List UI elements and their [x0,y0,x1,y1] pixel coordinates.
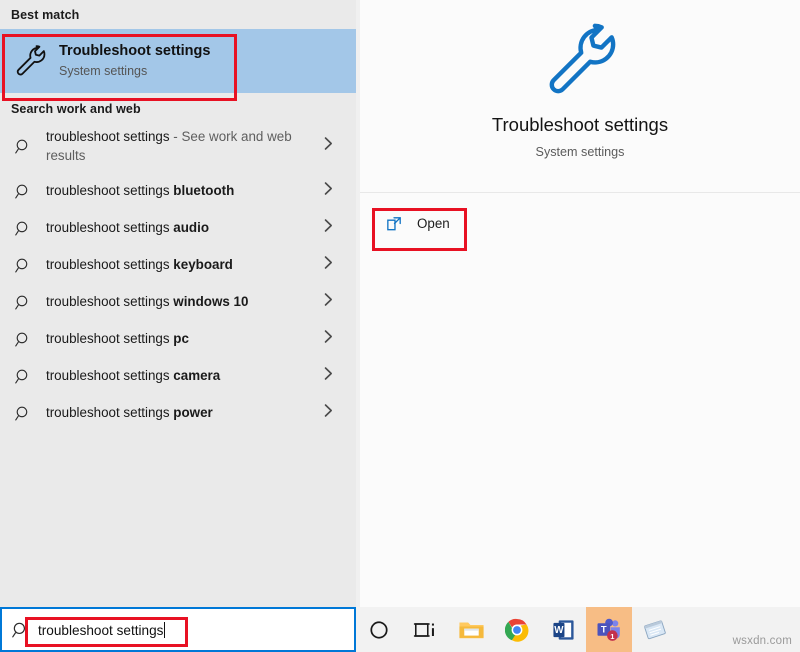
watermark: wsxdn.com [732,635,792,647]
file-explorer-icon[interactable] [448,607,494,652]
list-item-label: troubleshoot settings audio [46,218,209,237]
suggestion-query-7: troubleshoot settings [46,404,174,420]
chevron-right-icon[interactable] [323,402,334,423]
chevron-right-icon[interactable] [323,254,334,275]
svg-text:W: W [554,625,564,636]
wrench-icon [11,42,49,80]
chevron-right-icon[interactable] [323,365,334,386]
list-item-label: troubleshoot settings keyboard [46,255,233,274]
list-item[interactable]: troubleshoot settings keyboard [0,246,356,283]
search-work-and-web-header: Search work and web [11,102,141,116]
open-button[interactable]: Open [378,208,462,238]
search-icon [11,137,35,155]
list-item-label: troubleshoot settings camera [46,366,220,385]
search-icon [11,256,35,274]
text-caret [164,621,166,638]
preview-actions: Open [360,193,800,238]
suggestion-bold-4: windows 10 [173,293,249,309]
search-input-value-wrap[interactable]: troubleshoot settings [38,621,166,638]
task-view-icon[interactable] [402,607,448,652]
suggestion-query-3: troubleshoot settings [46,256,174,272]
chrome-icon[interactable] [494,607,540,652]
suggestion-bold-5: pc [173,330,189,346]
windows-start-search-screen: Best match Troubleshoot settings System … [0,0,800,652]
list-item-label: troubleshoot settings power [46,403,213,422]
word-icon[interactable]: W [540,607,586,652]
suggestion-query-0: troubleshoot settings [46,128,170,144]
best-match-subtitle: System settings [59,63,148,78]
best-match-header: Best match [11,8,80,22]
list-item[interactable]: troubleshoot settings - See work and web… [0,120,356,172]
suggestion-query-4: troubleshoot settings [46,293,174,309]
search-results-pane: Best match Troubleshoot settings System … [0,0,356,607]
list-item[interactable]: troubleshoot settings windows 10 [0,283,356,320]
chevron-right-icon[interactable] [323,217,334,238]
chevron-right-icon[interactable] [323,136,334,157]
list-item-label: troubleshoot settings bluetooth [46,181,234,200]
search-icon [8,621,34,639]
preview-header: Troubleshoot settings System settings [360,0,800,192]
suggestion-bold-3: keyboard [173,256,233,272]
taskbar-icons: W T 1 wsxdn.com [356,607,800,652]
best-match-text: Troubleshoot settings System settings [59,43,210,79]
chevron-right-icon[interactable] [323,291,334,312]
preview-title: Troubleshoot settings [491,114,669,135]
suggestion-query-5: troubleshoot settings [46,330,174,346]
suggestion-bold-2: audio [173,219,210,235]
list-item[interactable]: troubleshoot settings camera [0,357,356,394]
suggestion-query-1: troubleshoot settings [46,182,174,198]
search-icon [11,367,35,385]
cortana-icon[interactable] [356,607,402,652]
taskbar: troubleshoot settings W T 1 wsxdn.com [0,607,800,652]
list-item[interactable]: troubleshoot settings bluetooth [0,172,356,209]
svg-text:T: T [601,623,607,634]
chevron-right-icon[interactable] [323,180,334,201]
search-icon [11,293,35,311]
best-match-result[interactable]: Troubleshoot settings System settings [0,29,356,93]
list-item-label: troubleshoot settings pc [46,329,189,348]
list-item[interactable]: troubleshoot settings power [0,394,356,431]
open-external-icon [382,211,406,235]
list-item-label: troubleshoot settings windows 10 [46,292,248,311]
app-preview-pane: Troubleshoot settings System settings Op… [360,0,800,607]
teams-icon[interactable]: T 1 [586,607,632,652]
search-icon [11,182,35,200]
list-item[interactable]: troubleshoot settings audio [0,209,356,246]
sticky-notes-icon[interactable] [632,607,678,652]
taskbar-search-box[interactable]: troubleshoot settings [0,607,356,652]
suggestion-bold-7: power [173,404,213,420]
suggestion-bold-1: bluetooth [173,182,235,198]
best-match-title: Troubleshoot settings [59,43,211,60]
suggestion-query-6: troubleshoot settings [46,367,174,383]
chevron-right-icon[interactable] [323,328,334,349]
start-menu-search-pane: Best match Troubleshoot settings System … [0,0,800,607]
search-icon [11,330,35,348]
search-icon [11,404,35,422]
web-suggestion-list: troubleshoot settings - See work and web… [0,120,356,431]
search-input[interactable]: troubleshoot settings [38,623,163,638]
suggestion-bold-6: camera [173,367,221,383]
wrench-icon [540,20,620,100]
list-item[interactable]: troubleshoot settings pc [0,320,356,357]
list-item-label: troubleshoot settings - See work and web… [46,127,308,165]
suggestion-query-2: troubleshoot settings [46,219,174,235]
preview-subtitle: System settings [535,145,625,159]
open-button-label: Open [417,215,450,231]
search-icon [11,219,35,237]
